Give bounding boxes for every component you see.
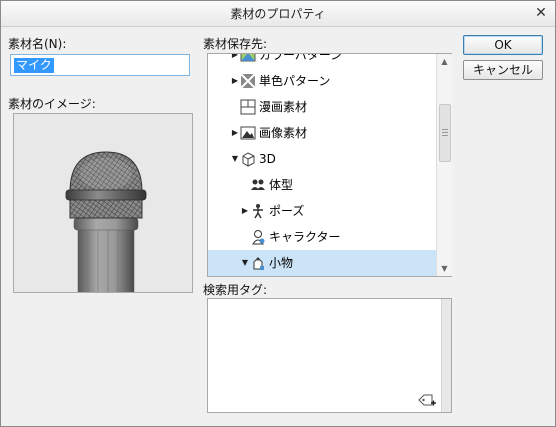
- scroll-up-icon[interactable]: ▲: [437, 54, 452, 69]
- save-location-label: 素材保存先:: [203, 37, 268, 51]
- material-name-input[interactable]: マイク: [10, 54, 190, 76]
- microphone-preview-image: [65, 151, 147, 292]
- ok-button[interactable]: OK: [463, 35, 543, 55]
- title-bar: 素材のプロパティ ✕: [0, 0, 556, 27]
- tree-item-label: 画像素材: [259, 126, 308, 140]
- tree-item-label: 体型: [269, 178, 294, 192]
- add-tag-icon[interactable]: [417, 392, 437, 408]
- tree-item-label: カラーパターン: [259, 53, 343, 62]
- tree-item[interactable]: 漫画素材: [208, 94, 438, 120]
- scrollbar-thumb[interactable]: [439, 104, 451, 162]
- expand-arrow-icon[interactable]: ▶: [240, 198, 250, 224]
- color-pattern-icon: [240, 54, 256, 62]
- tree-item-label: 漫画素材: [259, 100, 308, 114]
- material-name-value: マイク: [14, 58, 54, 73]
- monochrome-pattern-icon: [240, 73, 256, 89]
- manga-material-icon: [240, 99, 256, 115]
- image-material-icon: [240, 126, 256, 140]
- expand-arrow-icon[interactable]: ▶: [230, 54, 240, 68]
- tree-item[interactable]: ▶ カラーパターン: [208, 53, 438, 68]
- tag-scrollbar[interactable]: [441, 299, 451, 412]
- close-icon[interactable]: ✕: [532, 4, 550, 22]
- tree-item[interactable]: ▼ 小物: [208, 250, 438, 276]
- tree-item[interactable]: ▶ 単色パターン: [208, 68, 438, 94]
- tree-item[interactable]: ▶ 画像素材: [208, 120, 438, 146]
- small-object-icon: [253, 257, 264, 270]
- search-tags-area[interactable]: [207, 298, 452, 413]
- tree-item-label: 単色パターン: [259, 74, 331, 88]
- tree-item[interactable]: 体型: [208, 172, 438, 198]
- collapse-arrow-icon[interactable]: ▼: [240, 250, 250, 276]
- search-tags-label: 検索用タグ:: [203, 283, 268, 297]
- scroll-down-icon[interactable]: ▼: [437, 261, 452, 276]
- tree-scrollbar[interactable]: ▲ ▼: [436, 54, 452, 276]
- expand-arrow-icon[interactable]: ▶: [230, 68, 240, 94]
- body-type-icon: [251, 179, 265, 190]
- tree-item[interactable]: ▶ ポーズ: [208, 198, 438, 224]
- cancel-button[interactable]: キャンセル: [463, 60, 543, 80]
- save-location-tree[interactable]: ▶ カラーパターン ▶ 単色パターン 漫画素材 ▶ 画像素材 ▼ 3D 体型 ▶ ポーズキャラクター ▼…: [207, 53, 452, 277]
- expand-arrow-icon[interactable]: ▶: [230, 120, 240, 146]
- material-image-label: 素材のイメージ:: [8, 97, 96, 111]
- tree-item[interactable]: ▼ 3D: [208, 146, 438, 172]
- tree-item-label: ポーズ: [269, 204, 305, 218]
- tree-item-label: 小物: [269, 256, 294, 270]
- window-title: 素材のプロパティ: [230, 7, 326, 21]
- tree-item-label: キャラクター: [269, 230, 341, 244]
- material-name-label: 素材名(N):: [8, 37, 67, 51]
- tree-item[interactable]: キャラクター: [208, 224, 438, 250]
- tree-items: ▶ カラーパターン ▶ 単色パターン 漫画素材 ▶ 画像素材 ▼ 3D 体型 ▶ ポーズキャラクター ▼…: [208, 53, 438, 276]
- tree-item-label: 3D: [259, 152, 276, 166]
- character-icon: [252, 230, 265, 245]
- material-image-preview: [13, 113, 193, 293]
- cube-icon: [242, 152, 255, 167]
- pose-icon: [253, 204, 263, 219]
- collapse-arrow-icon[interactable]: ▼: [230, 146, 240, 172]
